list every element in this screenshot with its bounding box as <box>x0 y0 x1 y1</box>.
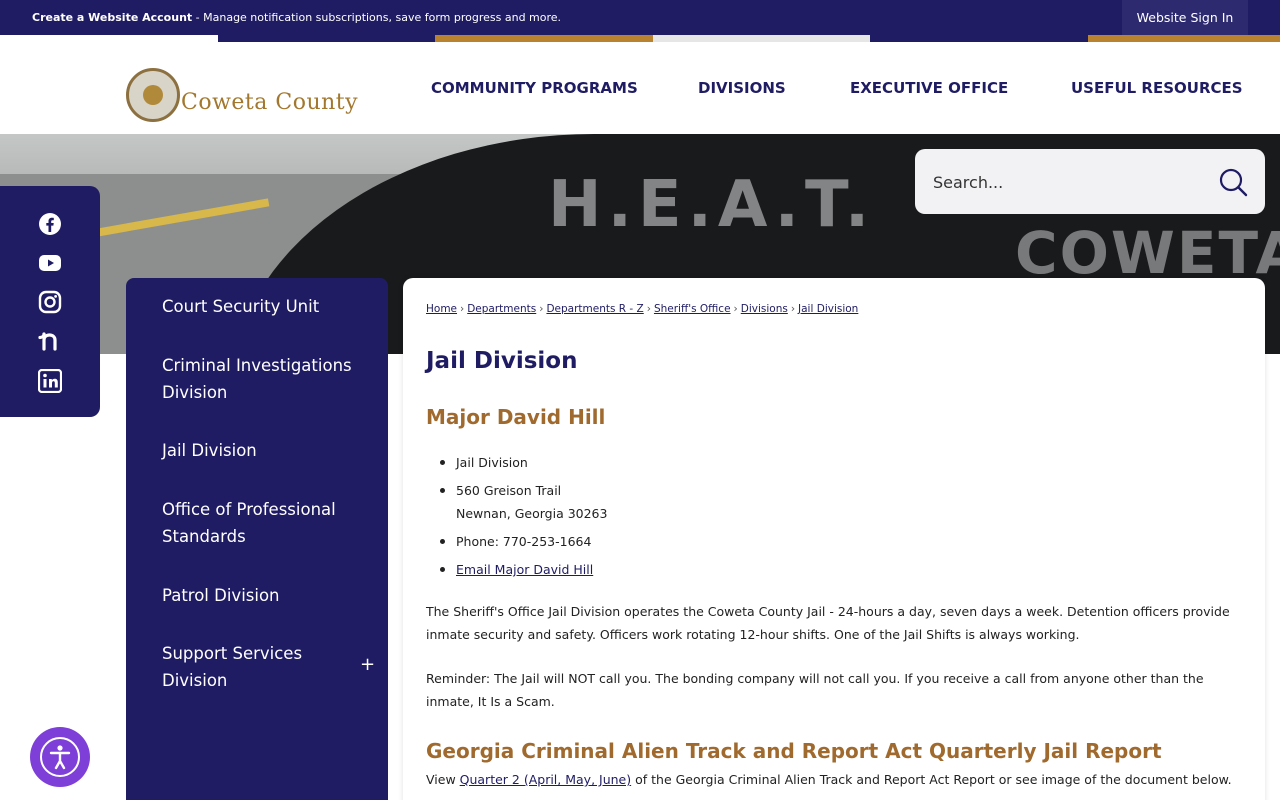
breadcrumb-sheriffs-office[interactable]: Sheriff's Office <box>654 303 731 315</box>
email-link[interactable]: Email Major David Hill <box>456 562 593 577</box>
sidenav-criminal-investigations-division[interactable]: Criminal Investigations Division <box>162 352 352 406</box>
linkedin-icon[interactable] <box>38 369 62 393</box>
coweta-decal: COWETA <box>1015 219 1280 287</box>
stripe <box>435 35 653 42</box>
report-quarter-link[interactable]: Quarter 2 (April, May, June) <box>460 772 631 787</box>
breadcrumb-separator: › <box>646 303 651 315</box>
breadcrumb-divisions[interactable]: Divisions <box>741 303 788 315</box>
sidenav-office-of-professional-standards[interactable]: Office of Professional Standards <box>162 496 352 550</box>
contact-heading: Major David Hill <box>426 405 606 429</box>
breadcrumb-separator: › <box>733 303 738 315</box>
nav-divisions[interactable]: DIVISIONS <box>698 79 786 97</box>
report-prefix: View <box>426 772 460 787</box>
youtube-icon[interactable] <box>38 251 62 275</box>
stripe <box>218 35 435 42</box>
sidenav-patrol-division[interactable]: Patrol Division <box>162 582 352 609</box>
stripe <box>870 35 1088 42</box>
report-suffix: of the Georgia Criminal Alien Track and … <box>631 772 1232 787</box>
main-content: Home › Departments › Departments R - Z › Sheri… <box>403 278 1265 800</box>
breadcrumb-separator: › <box>790 303 796 315</box>
logo-text: Coweta County <box>181 90 359 115</box>
color-stripes <box>0 35 1280 42</box>
coweta-county-logo[interactable]: Coweta County <box>126 68 378 124</box>
website-sign-in-button[interactable]: Website Sign In <box>1122 0 1248 35</box>
report-paragraph: View Quarter 2 (April, May, June) of the… <box>426 768 1246 791</box>
facebook-icon[interactable] <box>38 212 62 236</box>
nav-community-programs[interactable]: COMMUNITY PROGRAMS <box>431 79 638 97</box>
breadcrumb-departments-r-z[interactable]: Departments R - Z <box>546 303 643 315</box>
report-heading: Georgia Criminal Alien Track and Report … <box>426 739 1162 763</box>
page-title: Jail Division <box>426 348 578 374</box>
top-notification-bar: Create a Website Account - Manage notifi… <box>0 0 1280 35</box>
scam-reminder: Reminder: The Jail will NOT call you. Th… <box>426 671 1204 709</box>
create-account-link[interactable]: Create a Website Account <box>32 11 192 24</box>
accessibility-icon <box>40 737 80 777</box>
breadcrumb-jail-division[interactable]: Jail Division <box>798 303 858 315</box>
person-icon <box>49 745 71 770</box>
division-side-nav: Court Security Unit Criminal Investigati… <box>126 278 388 800</box>
nav-executive-office[interactable]: EXECUTIVE OFFICE <box>850 79 1008 97</box>
nextdoor-icon[interactable] <box>38 329 62 353</box>
contact-division: Jail Division <box>439 451 607 474</box>
sidenav-jail-division[interactable]: Jail Division <box>162 437 352 464</box>
sidenav-support-services-division[interactable]: Support Services Division <box>162 640 352 694</box>
contact-email: Email Major David Hill <box>439 558 607 581</box>
stripe <box>653 35 870 42</box>
expand-plus-icon[interactable]: + <box>360 654 375 675</box>
account-notice[interactable]: Create a Website Account - Manage notifi… <box>32 11 561 24</box>
nav-useful-resources[interactable]: USEFUL RESOURCES <box>1071 79 1243 97</box>
jail-description: The Sheriff's Office Jail Division opera… <box>426 604 1230 642</box>
heat-decal: H.E.A.T. <box>548 168 876 242</box>
social-media-bar <box>0 186 100 417</box>
breadcrumb-home[interactable]: Home <box>426 303 457 315</box>
breadcrumb-departments[interactable]: Departments <box>467 303 536 315</box>
site-header: Coweta County COMMUNITY PROGRAMS DIVISIO… <box>0 42 1280 134</box>
address-line-1: 560 Greison Trail <box>456 483 562 498</box>
breadcrumb-separator: › <box>460 303 465 315</box>
sidenav-court-security-unit[interactable]: Court Security Unit <box>162 293 352 320</box>
accessibility-button[interactable] <box>30 727 90 787</box>
sheriff-badge-icon <box>126 68 180 122</box>
instagram-icon[interactable] <box>38 290 62 314</box>
search-input[interactable] <box>933 167 1203 197</box>
address-line-2: Newnan, Georgia 30263 <box>456 506 608 521</box>
breadcrumb-separator: › <box>539 303 544 315</box>
contact-phone: Phone: 770-253-1664 <box>439 530 607 553</box>
search-icon[interactable] <box>1217 166 1249 198</box>
stripe <box>1088 35 1280 42</box>
breadcrumb: Home › Departments › Departments R - Z › Sheri… <box>426 303 858 315</box>
search-box <box>915 149 1265 214</box>
account-notice-text: - Manage notification subscriptions, sav… <box>192 11 562 24</box>
contact-info-list: Jail Division 560 Greison Trail Newnan, … <box>439 451 608 586</box>
contact-address: 560 Greison Trail Newnan, Georgia 30263 <box>439 479 608 525</box>
